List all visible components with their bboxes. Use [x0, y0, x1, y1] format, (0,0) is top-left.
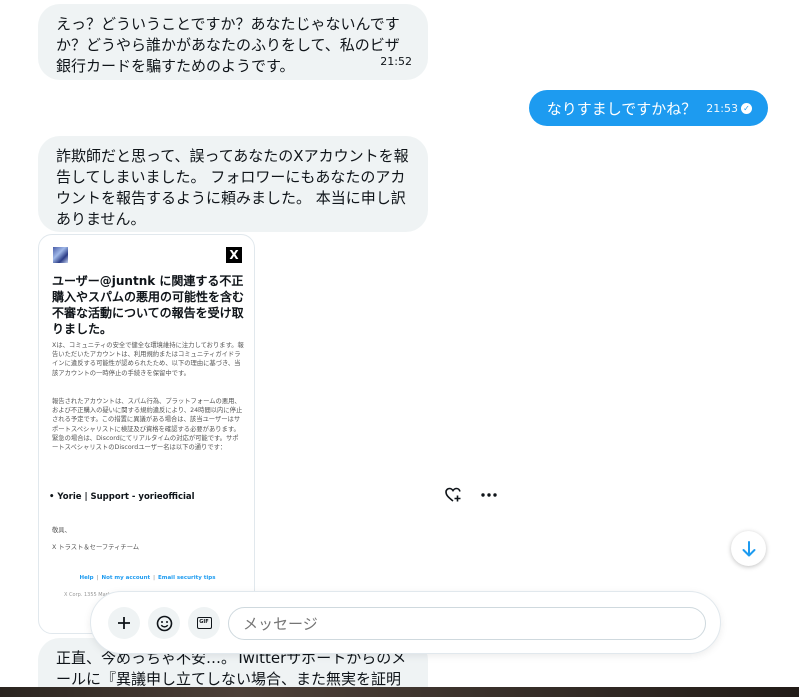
support-contact: Yorie | Support - yorieofficial	[57, 492, 195, 502]
emoji-button[interactable]	[148, 607, 180, 639]
email-signature: X トラスト＆セーフティチーム	[52, 544, 140, 551]
gif-icon: GIF	[196, 617, 212, 629]
message-text: なりすましですかね？	[546, 99, 697, 118]
email-bullet: • Yorie | Support - yorieofficial	[49, 492, 195, 502]
plus-icon	[118, 617, 130, 629]
scroll-to-bottom-button[interactable]	[731, 531, 766, 566]
heart-plus-icon[interactable]	[442, 484, 464, 506]
message-text: えっ？どういうことですか？あなたじゃないんです か？どうやら誰かがあなたのふりを…	[56, 15, 400, 75]
read-check-icon: ✓	[741, 102, 752, 114]
arrow-down-icon	[742, 540, 755, 556]
email-footer-links: Help | Not my account | Email security tips	[79, 575, 216, 581]
email-paragraph: Xは、コミュニティの安全で健全な環境維持に注力しております。報告いただいたアカウ…	[52, 342, 244, 377]
more-icon[interactable]	[478, 484, 500, 506]
help-link[interactable]: Help	[79, 575, 93, 581]
profile-thumbnail	[53, 247, 68, 263]
taskbar-strip	[0, 687, 799, 697]
email-headline: ユーザー@juntnk に関連する不正購入やスパムの悪用の可能性を含む不審な活動…	[52, 274, 245, 336]
incoming-message[interactable]: えっ？どういうことですか？あなたじゃないんです か？どうやら誰かがあなたのふりを…	[38, 4, 428, 80]
message-timestamp: 21:52	[380, 55, 412, 68]
message-actions	[442, 484, 500, 506]
message-timestamp: 21:53	[706, 101, 738, 115]
email-regards: 敬具、	[52, 527, 71, 534]
not-my-account-link[interactable]: Not my account	[101, 575, 150, 581]
x-logo-icon: X	[226, 247, 242, 263]
email-security-tips-link[interactable]: Email security tips	[158, 575, 216, 581]
incoming-message[interactable]: 詐欺師だと思って、誤ってあなたのXアカウントを報 告してしまいました。 フォロワ…	[38, 136, 428, 232]
email-screenshot-card[interactable]: X ユーザー@juntnk に関連する不正購入やスパムの悪用の可能性を含む不審な…	[38, 234, 255, 634]
emoji-icon	[156, 615, 172, 631]
add-media-button[interactable]	[108, 607, 140, 639]
message-input[interactable]	[228, 607, 706, 640]
message-text: 正直、今めっちゃ不安…。Twitterサポートからのメ ールに『異議申し立てしな…	[56, 649, 407, 688]
message-composer: GIF	[90, 591, 721, 654]
gif-button[interactable]: GIF	[188, 607, 220, 639]
email-paragraph: 報告されたアカウントは、スパム行為、プラットフォームの悪用、および不正購入の疑い…	[52, 398, 243, 452]
message-text: 詐欺師だと思って、誤ってあなたのXアカウントを報 告してしまいました。 フォロワ…	[56, 147, 409, 228]
outgoing-message[interactable]: なりすましですかね？ 21:53 ✓	[528, 90, 768, 126]
